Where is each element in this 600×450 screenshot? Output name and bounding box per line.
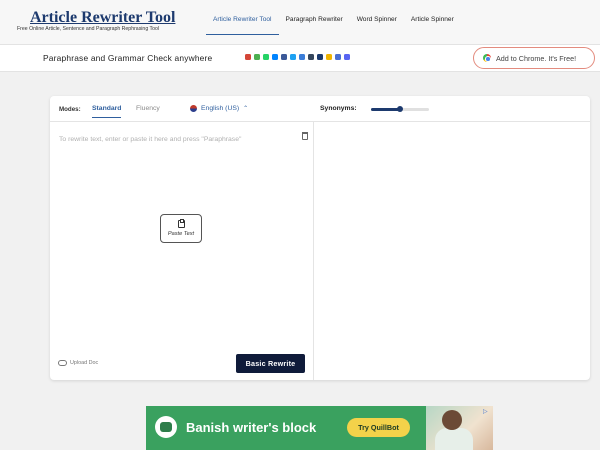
synonyms-label: Synonyms: [320, 105, 357, 112]
synonyms-slider-fill [371, 108, 400, 111]
input-text-area[interactable]: To rewrite text, enter or paste it here … [59, 136, 241, 143]
nav-word-spinner[interactable]: Word Spinner [350, 0, 404, 44]
facebook-icon[interactable] [281, 54, 287, 60]
us-flag-icon [190, 105, 197, 112]
site-tagline: Free Online Article, Sentence and Paragr… [17, 26, 160, 32]
discord-icon[interactable] [344, 54, 350, 60]
paste-text-button[interactable]: Paste Text [160, 214, 202, 243]
chrome-icon [483, 54, 491, 62]
ad-banner[interactable]: Banish writer's block Try QuillBot ▷ [146, 406, 493, 450]
chevron-up-icon: ⌃ [243, 106, 249, 112]
synonyms-slider[interactable] [371, 106, 429, 112]
note-icon[interactable] [326, 54, 332, 60]
site-header: Article Rewriter Tool Free Online Articl… [0, 0, 600, 44]
ad-headline: Banish writer's block [186, 420, 317, 435]
ad-person-head [442, 410, 462, 430]
cloud-upload-icon [58, 360, 67, 366]
ad-person-image [435, 428, 473, 450]
add-to-chrome-button[interactable]: Add to Chrome. It's Free! [473, 47, 595, 69]
quillbot-logo-icon [155, 416, 177, 438]
nav-paragraph-rewriter[interactable]: Paragraph Rewriter [279, 0, 350, 44]
main-nav: Article Rewriter Tool Paragraph Rewriter… [206, 0, 461, 44]
twitter-icon[interactable] [290, 54, 296, 60]
ad-cta-button[interactable]: Try QuillBot [347, 418, 410, 437]
output-text-area[interactable] [314, 123, 590, 380]
upload-doc-label: Upload Doc [70, 360, 99, 366]
rewriter-editor: Modes: Standard Fluency English (US) ⌃ S… [50, 96, 590, 380]
print-icon[interactable] [335, 54, 341, 60]
modes-label: Modes: [59, 106, 81, 113]
ad-choices-icon[interactable]: ▷ [483, 408, 488, 415]
language-select[interactable]: English (US) ⌃ [190, 105, 248, 112]
mode-tab-fluency[interactable]: Fluency [136, 105, 160, 117]
tumblr-icon[interactable] [308, 54, 314, 60]
upload-doc-button[interactable]: Upload Doc [58, 360, 98, 366]
site-logo-title[interactable]: Article Rewriter Tool [30, 9, 175, 27]
clipboard-icon [177, 219, 185, 228]
bookmark-icon[interactable] [299, 54, 305, 60]
extension-promo-bar: Paraphrase and Grammar Check anywhere Ad… [0, 44, 600, 72]
editor-toolbar: Modes: Standard Fluency English (US) ⌃ S… [50, 96, 590, 122]
nav-article-rewriter[interactable]: Article Rewriter Tool [206, 0, 279, 44]
basic-rewrite-button[interactable]: Basic Rewrite [236, 354, 305, 373]
mode-tab-standard[interactable]: Standard [92, 105, 122, 118]
messenger-icon[interactable] [272, 54, 278, 60]
add-to-chrome-label: Add to Chrome. It's Free! [496, 53, 577, 63]
synonyms-slider-thumb[interactable] [397, 106, 403, 112]
promo-title: Paraphrase and Grammar Check anywhere [43, 53, 213, 63]
nav-article-spinner[interactable]: Article Spinner [404, 0, 461, 44]
gmail-icon[interactable] [245, 54, 251, 60]
paste-text-label: Paste Text [167, 231, 195, 237]
whatsapp-icon[interactable] [263, 54, 269, 60]
share-icons [245, 54, 350, 60]
language-label: English (US) [201, 105, 240, 112]
trash-icon[interactable] [302, 132, 308, 140]
x-icon[interactable] [317, 54, 323, 60]
share-icon[interactable] [254, 54, 260, 60]
